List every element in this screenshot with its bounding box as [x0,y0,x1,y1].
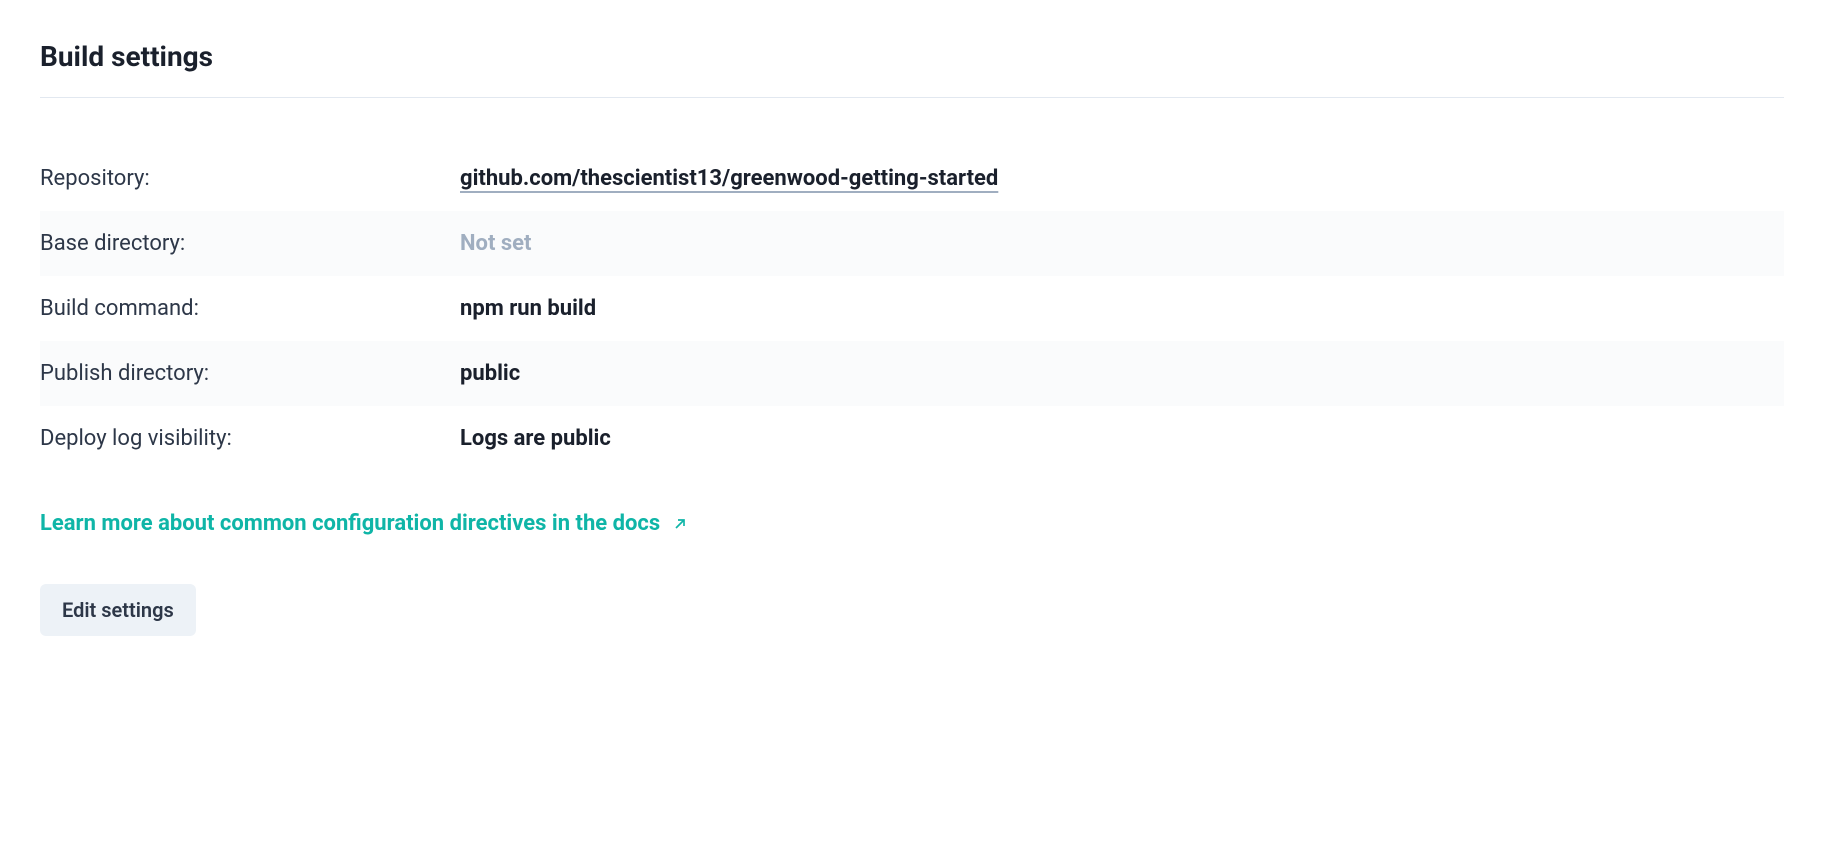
settings-table: Repository: github.com/thescientist13/gr… [40,146,1784,471]
deploy-log-visibility-label: Deploy log visibility: [40,426,460,451]
edit-settings-button[interactable]: Edit settings [40,584,196,636]
settings-row-publish-directory: Publish directory: public [40,341,1784,406]
publish-directory-label: Publish directory: [40,361,460,386]
publish-directory-value: public [460,361,520,386]
settings-row-deploy-log-visibility: Deploy log visibility: Logs are public [40,406,1784,471]
learn-more-text: Learn more about common configuration di… [40,511,660,536]
repository-link[interactable]: github.com/thescientist13/greenwood-gett… [460,166,998,191]
external-link-icon [672,516,688,532]
base-directory-label: Base directory: [40,231,460,256]
build-command-value: npm run build [460,296,596,321]
base-directory-value: Not set [460,231,531,256]
repository-label: Repository: [40,166,460,191]
build-command-label: Build command: [40,296,460,321]
settings-row-repository: Repository: github.com/thescientist13/gr… [40,146,1784,211]
settings-row-base-directory: Base directory: Not set [40,211,1784,276]
build-settings-card: Build settings Repository: github.com/th… [0,0,1824,676]
section-title: Build settings [40,40,1784,98]
deploy-log-visibility-value: Logs are public [460,426,611,451]
settings-row-build-command: Build command: npm run build [40,276,1784,341]
learn-more-link[interactable]: Learn more about common configuration di… [40,511,688,536]
